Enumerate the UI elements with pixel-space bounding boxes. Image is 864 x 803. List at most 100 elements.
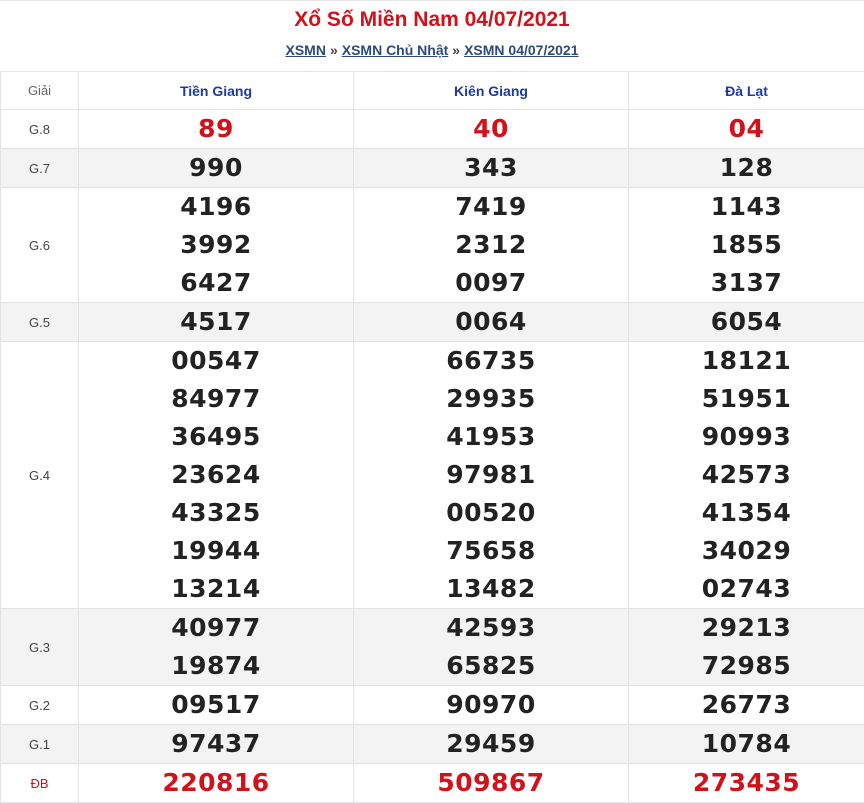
lottery-number: 3137	[629, 264, 864, 302]
lottery-number: 00520	[354, 494, 628, 532]
prize-label: G.2	[1, 686, 79, 725]
lottery-number: 04	[629, 110, 864, 148]
prize-cell: 18121519519099342573413543402902743	[629, 342, 864, 609]
lottery-number: 43325	[79, 494, 353, 532]
lottery-number: 65825	[354, 647, 628, 685]
prize-cell: 09517	[79, 686, 354, 725]
prize-cell: 4517	[79, 303, 354, 342]
prize-cell: 741923120097	[354, 188, 629, 303]
lottery-number: 02743	[629, 570, 864, 608]
lottery-number: 89	[79, 110, 353, 148]
lottery-number: 4196	[79, 188, 353, 226]
lottery-number: 7419	[354, 188, 628, 226]
lottery-number: 128	[629, 149, 864, 187]
breadcrumb-xsmn-chu-nhat[interactable]: XSMN Chủ Nhật	[342, 42, 449, 58]
prize-label: G.5	[1, 303, 79, 342]
breadcrumb-separator: »	[452, 42, 460, 58]
table-header-row: Giải Tiền Giang Kiên Giang Đà Lạt	[1, 72, 864, 110]
lottery-number: 0097	[354, 264, 628, 302]
prize-label: G.1	[1, 725, 79, 764]
prize-cell: 114318553137	[629, 188, 864, 303]
prize-cell: 509867	[354, 764, 629, 803]
lottery-number: 13214	[79, 570, 353, 608]
lottery-number: 18121	[629, 342, 864, 380]
lottery-number: 29935	[354, 380, 628, 418]
prize-row: G.2095179097026773	[1, 686, 864, 725]
page-title: Xổ Số Miền Nam 04/07/2021	[0, 8, 864, 32]
prize-row: G.3409771987442593658252921372985	[1, 609, 864, 686]
lottery-number: 40	[354, 110, 628, 148]
breadcrumb: XSMN»XSMN Chủ Nhật»XSMN 04/07/2021	[0, 42, 864, 58]
prize-row: G.6419639926427741923120097114318553137	[1, 188, 864, 303]
prize-cell: 89	[79, 110, 354, 149]
lottery-number: 29459	[354, 725, 628, 763]
prize-cell: 990	[79, 149, 354, 188]
prize-label: G.8	[1, 110, 79, 149]
breadcrumb-separator: »	[330, 42, 338, 58]
lottery-number: 13482	[354, 570, 628, 608]
breadcrumb-xsmn[interactable]: XSMN	[285, 42, 325, 58]
prize-row: G.7990343128	[1, 149, 864, 188]
lottery-number: 72985	[629, 647, 864, 685]
prize-label: ĐB	[1, 764, 79, 803]
lottery-number: 90993	[629, 418, 864, 456]
prize-cell: 2921372985	[629, 609, 864, 686]
prize-cell: 29459	[354, 725, 629, 764]
prize-row: G.40054784977364952362443325199441321466…	[1, 342, 864, 609]
prize-cell: 26773	[629, 686, 864, 725]
prize-label: G.7	[1, 149, 79, 188]
lottery-number: 1855	[629, 226, 864, 264]
prize-cell: 128	[629, 149, 864, 188]
lottery-number: 90970	[354, 686, 628, 724]
lottery-number: 4517	[79, 303, 353, 341]
prize-row: ĐB220816509867273435	[1, 764, 864, 803]
prize-cell: 343	[354, 149, 629, 188]
lottery-number: 84977	[79, 380, 353, 418]
lottery-number: 273435	[629, 764, 864, 802]
prize-row: G.8894004	[1, 110, 864, 149]
results-body: G.8894004G.7990343128G.64196399264277419…	[1, 110, 864, 803]
prize-cell: 419639926427	[79, 188, 354, 303]
lottery-number: 41953	[354, 418, 628, 456]
lottery-number: 3992	[79, 226, 353, 264]
province-header-da-lat[interactable]: Đà Lạt	[629, 72, 864, 110]
prize-cell: 6054	[629, 303, 864, 342]
prize-cell: 273435	[629, 764, 864, 803]
results-table: Giải Tiền Giang Kiên Giang Đà Lạt G.8894…	[0, 71, 864, 803]
prize-cell: 97437	[79, 725, 354, 764]
prize-column-header: Giải	[1, 72, 79, 110]
prize-label: G.4	[1, 342, 79, 609]
prize-row: G.1974372945910784	[1, 725, 864, 764]
prize-cell: 0064	[354, 303, 629, 342]
lottery-number: 40977	[79, 609, 353, 647]
lottery-number: 26773	[629, 686, 864, 724]
province-header-kien-giang[interactable]: Kiên Giang	[354, 72, 629, 110]
prize-label: G.3	[1, 609, 79, 686]
prize-cell: 40	[354, 110, 629, 149]
lottery-number: 42573	[629, 456, 864, 494]
prize-cell: 66735299354195397981005207565813482	[354, 342, 629, 609]
lottery-number: 19944	[79, 532, 353, 570]
breadcrumb-xsmn-date[interactable]: XSMN 04/07/2021	[464, 42, 578, 58]
prize-cell: 4259365825	[354, 609, 629, 686]
lottery-number: 343	[354, 149, 628, 187]
province-header-tien-giang[interactable]: Tiền Giang	[79, 72, 354, 110]
prize-cell: 4097719874	[79, 609, 354, 686]
lottery-number: 509867	[354, 764, 628, 802]
lottery-number: 6427	[79, 264, 353, 302]
prize-label: G.6	[1, 188, 79, 303]
lottery-number: 23624	[79, 456, 353, 494]
page-header: Xổ Số Miền Nam 04/07/2021 XSMN »XSMN Chủ …	[0, 0, 864, 71]
prize-cell: 90970	[354, 686, 629, 725]
prize-cell: 04	[629, 110, 864, 149]
lottery-number: 51951	[629, 380, 864, 418]
lottery-number: 75658	[354, 532, 628, 570]
lottery-number: 1143	[629, 188, 864, 226]
prize-cell: 220816	[79, 764, 354, 803]
lottery-number: 2312	[354, 226, 628, 264]
lottery-number: 36495	[79, 418, 353, 456]
lottery-number: 990	[79, 149, 353, 187]
lottery-number: 29213	[629, 609, 864, 647]
lottery-number: 00547	[79, 342, 353, 380]
lottery-number: 0064	[354, 303, 628, 341]
